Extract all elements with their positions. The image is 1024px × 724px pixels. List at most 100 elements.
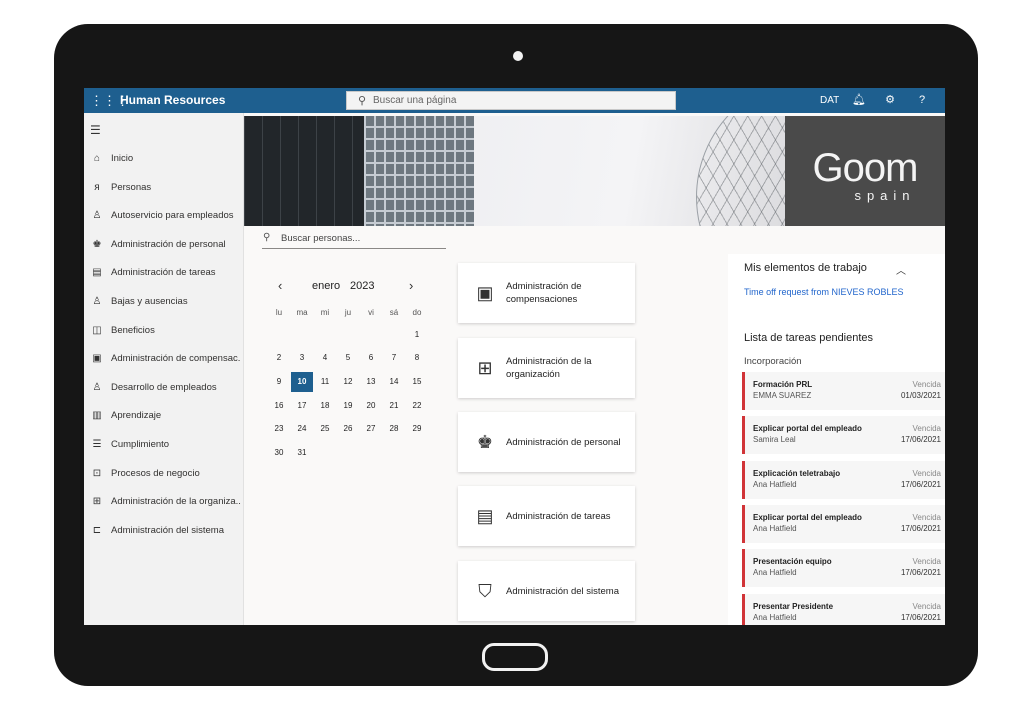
sidebar-item[interactable]: ⌂ Inicio xyxy=(84,149,244,169)
calendar-day[interactable]: 16 xyxy=(268,396,290,416)
calendar-day[interactable]: 21 xyxy=(383,396,405,416)
self-service-icon: ♙ xyxy=(92,210,102,222)
home-button[interactable] xyxy=(482,643,548,671)
calendar-day[interactable]: 12 xyxy=(337,372,359,392)
sidebar-item-label: Autoservicio para empleados xyxy=(111,210,234,222)
sidebar-item[interactable]: ♙ Bajas y ausencias xyxy=(84,292,244,312)
clipboard-icon: ▤ xyxy=(92,267,102,279)
workspace-tile[interactable]: ⛉ Administración del sistema xyxy=(458,561,635,621)
calendar-day[interactable]: 13 xyxy=(360,372,382,392)
tile-label: Administración de compensaciones xyxy=(506,281,582,305)
calendar-day[interactable]: 28 xyxy=(383,419,405,439)
calendar-day[interactable]: 14 xyxy=(383,372,405,392)
calendar-day[interactable]: 3 xyxy=(291,348,313,368)
company-picker[interactable]: DAT xyxy=(820,88,839,113)
personnel-icon: ♚ xyxy=(476,432,494,452)
calendar-day[interactable]: 4 xyxy=(314,348,336,368)
calendar-day[interactable]: 26 xyxy=(337,419,359,439)
learning-icon: ▥ xyxy=(92,410,102,422)
sidebar-item[interactable]: ☰ Cumplimiento xyxy=(84,435,244,455)
gear-icon[interactable]: ⚙ xyxy=(883,93,897,107)
task-status: Vencida xyxy=(912,380,941,389)
sidebar-item[interactable]: ◫ Beneficios xyxy=(84,321,244,341)
people-search-input[interactable]: ⚲ Buscar personas... xyxy=(262,230,446,249)
calendar-month[interactable]: enero xyxy=(312,280,340,292)
calendar-day[interactable]: 15 xyxy=(406,372,428,392)
sidebar-item[interactable]: ⊞ Administración de la organiza... xyxy=(84,492,244,512)
calendar-day[interactable]: 6 xyxy=(360,348,382,368)
organization-icon: ⊞ xyxy=(477,358,493,378)
camera-dot xyxy=(513,51,523,61)
calendar-day[interactable]: 19 xyxy=(337,396,359,416)
bell-icon[interactable]: 🔔︎ xyxy=(852,93,866,107)
chevron-left-icon[interactable]: ‹ xyxy=(278,278,282,293)
leave-icon: ♙ xyxy=(92,296,102,307)
hero-banner: Goom spain xyxy=(244,116,945,226)
work-item-link[interactable]: Time off request from NIEVES ROBLES xyxy=(744,287,904,297)
task-title: Presentación equipo xyxy=(753,557,832,567)
app-title[interactable]: Human Resources xyxy=(120,88,225,113)
sidebar-item[interactable]: ⊏ Administración del sistema xyxy=(84,521,244,541)
chevron-up-icon[interactable]: ︿ xyxy=(896,262,906,277)
task-person: Ana Hatfield xyxy=(753,568,797,578)
calendar-day-selected[interactable]: 10 xyxy=(291,372,313,392)
hamburger-icon[interactable]: ☰ xyxy=(90,123,101,137)
workspace-tile[interactable]: ♚ Administración de personal xyxy=(458,412,635,472)
calendar-day[interactable]: 11 xyxy=(314,372,336,392)
nav-sidebar: ☰ ⌂ Inicio ᴙ Personas ♙ Autoservicio para emp… xyxy=(84,113,244,625)
workspace-tile[interactable]: ⊞ Administración de la organización xyxy=(458,338,635,398)
sidebar-item[interactable]: ᴙ Personas xyxy=(84,178,244,198)
help-icon[interactable]: ? xyxy=(915,93,929,107)
calendar-day[interactable]: 23 xyxy=(268,419,290,439)
calendar-year[interactable]: 2023 xyxy=(350,280,374,292)
task-item[interactable]: Presentar Presidente Ana Hatfield Vencida 1… xyxy=(742,593,945,625)
sidebar-item-label: Administración del sistema xyxy=(111,524,224,536)
calendar-weekday: sá xyxy=(389,308,399,317)
calendar-day[interactable]: 9 xyxy=(268,372,290,392)
task-status: Vencida xyxy=(912,512,941,522)
sidebar-item-label: Administración de tareas xyxy=(111,267,216,279)
people-search-placeholder: Buscar personas... xyxy=(281,233,361,244)
calendar-day[interactable]: 5 xyxy=(337,348,359,368)
calendar-day[interactable]: 2 xyxy=(268,348,290,368)
sidebar-item[interactable]: ⊡ Procesos de negocio xyxy=(84,464,244,484)
workspace-tile[interactable]: ▣ Administración de compensaciones xyxy=(458,263,635,323)
app-launcher-icon[interactable]: ⋮⋮⋮ xyxy=(90,94,129,107)
calendar-day[interactable]: 17 xyxy=(291,396,313,416)
calendar-day[interactable]: 22 xyxy=(406,396,428,416)
sidebar-item[interactable]: ♙ Desarrollo de empleados xyxy=(84,378,244,398)
calendar-day[interactable]: 29 xyxy=(406,419,428,439)
chevron-right-icon[interactable]: › xyxy=(409,278,413,293)
sidebar-item-label: Inicio xyxy=(111,153,134,164)
sidebar-item[interactable]: ▥ Aprendizaje xyxy=(84,406,244,426)
tasks-section: Incorporación xyxy=(744,356,802,367)
calendar-day[interactable]: 20 xyxy=(360,396,382,416)
development-icon: ♙ xyxy=(92,381,102,393)
compensation-icon: ▣ xyxy=(92,353,102,365)
workspace-tile[interactable]: ▤ Administración de tareas xyxy=(458,486,635,546)
sidebar-item[interactable]: ♙ Autoservicio para empleados xyxy=(84,206,244,226)
calendar-day[interactable]: 30 xyxy=(268,443,290,463)
search-icon: ⚲ xyxy=(358,95,367,107)
calendar-day[interactable]: 7 xyxy=(383,348,405,368)
search-icon: ⚲ xyxy=(263,232,271,243)
calendar-weekday: lu xyxy=(275,308,283,317)
page-search-input[interactable]: ⚲ Buscar una página xyxy=(346,91,676,110)
task-item[interactable]: Explicación teletrabajo Ana Hatfield Venci… xyxy=(742,460,945,499)
calendar-day[interactable]: 8 xyxy=(406,348,428,368)
calendar-day[interactable]: 25 xyxy=(314,419,336,439)
calendar-day[interactable]: 27 xyxy=(360,419,382,439)
calendar-day[interactable]: 24 xyxy=(291,419,313,439)
calendar-day[interactable]: 31 xyxy=(291,443,313,463)
calendar-day[interactable]: 1 xyxy=(406,325,428,345)
calendar-day[interactable]: 18 xyxy=(314,396,336,416)
task-item[interactable]: Explicar portal del empleado Samira Leal V… xyxy=(742,416,945,455)
task-item[interactable]: Presentación equipo Ana Hatfield Vencida 17… xyxy=(742,549,945,588)
task-item[interactable]: Explicar portal del empleado Ana Hatfield… xyxy=(742,504,945,543)
sidebar-item[interactable]: ▣ Administración de compensac... xyxy=(84,349,244,369)
sidebar-item[interactable]: ▤ Administración de tareas xyxy=(84,263,244,283)
task-date: 17/06/2021 xyxy=(900,523,941,533)
task-item[interactable]: Formación PRL EMMA SUAREZ Vencida 01/03/202… xyxy=(742,372,945,410)
sidebar-item[interactable]: ♚ Administración de personal xyxy=(84,235,244,255)
sidebar-item-label: Administración de la organiza... xyxy=(111,496,241,508)
